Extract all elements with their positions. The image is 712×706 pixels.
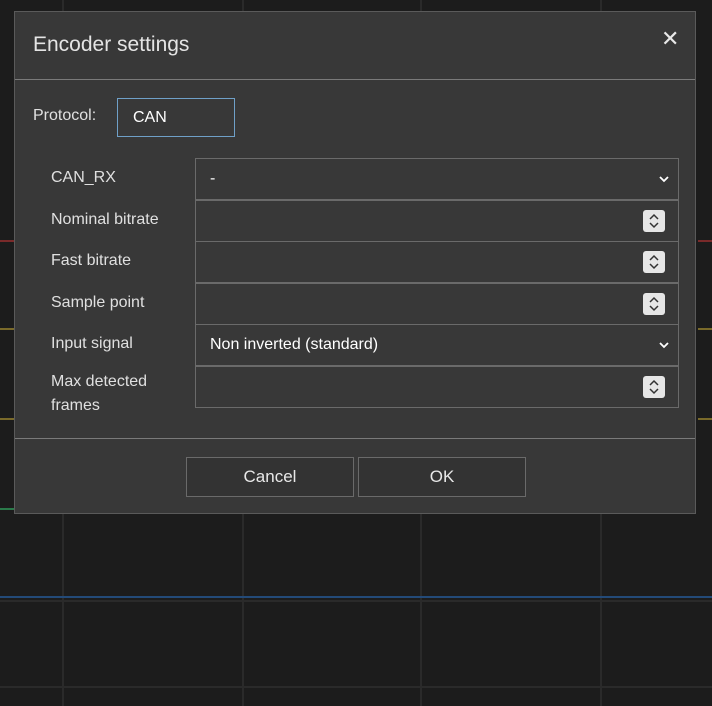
spinner-icon[interactable]: [643, 209, 665, 232]
signal-trace: [698, 240, 712, 242]
close-icon[interactable]: ✕: [661, 28, 679, 50]
footer-divider: [15, 438, 695, 439]
row-fast-bitrate: Fast bitrate: [15, 241, 695, 284]
encoder-settings-dialog: Encoder settings ✕ Protocol: CAN CAN_RX …: [14, 11, 696, 514]
spinner-icon[interactable]: [643, 375, 665, 398]
spinner-icon[interactable]: [643, 251, 665, 274]
chevron-down-icon: [659, 342, 669, 349]
signal-trace: [0, 328, 14, 330]
row-sample-point: Sample point: [15, 282, 695, 325]
protocol-field[interactable]: CAN: [117, 98, 235, 137]
row-can-rx: CAN_RX -: [15, 158, 695, 200]
field-label: Max detected frames: [51, 372, 148, 414]
grid-line: [0, 600, 712, 602]
signal-trace: [0, 240, 14, 242]
signal-trace: [0, 596, 712, 598]
row-nominal-bitrate: Nominal bitrate: [15, 199, 695, 242]
row-max-detected-frames: Max detected frames: [15, 365, 695, 414]
protocol-label: Protocol:: [33, 107, 97, 124]
signal-trace: [698, 328, 712, 330]
input-signal-select[interactable]: Non inverted (standard): [195, 324, 679, 367]
field-label: Fast bitrate: [51, 252, 132, 270]
field-label: Sample point: [51, 293, 145, 311]
sample-point-input[interactable]: [195, 282, 679, 325]
nominal-bitrate-input[interactable]: [195, 199, 679, 242]
dialog-header: Encoder settings ✕: [15, 12, 695, 80]
ok-button[interactable]: OK: [358, 457, 526, 497]
grid-line: [0, 686, 712, 688]
field-label: Nominal bitrate: [51, 210, 159, 228]
row-input-signal: Input signal Non inverted (standard): [15, 324, 695, 367]
dialog-title: Encoder settings: [33, 33, 190, 56]
field-label: Input signal: [51, 335, 133, 353]
select-value: Non inverted (standard): [210, 336, 379, 354]
spinner-icon[interactable]: [643, 292, 665, 315]
can-rx-select[interactable]: -: [195, 158, 679, 200]
cancel-button[interactable]: Cancel: [186, 457, 354, 497]
field-label: CAN_RX: [51, 169, 116, 186]
settings-rows: CAN_RX - Nominal bitrate Fast bitrate Sa…: [15, 158, 695, 414]
chevron-down-icon: [659, 176, 669, 183]
signal-trace: [698, 418, 712, 420]
signal-trace: [0, 418, 14, 420]
fast-bitrate-input[interactable]: [195, 241, 679, 284]
max-detected-frames-input[interactable]: [195, 365, 679, 408]
select-value: -: [210, 170, 216, 187]
signal-trace: [0, 508, 14, 510]
